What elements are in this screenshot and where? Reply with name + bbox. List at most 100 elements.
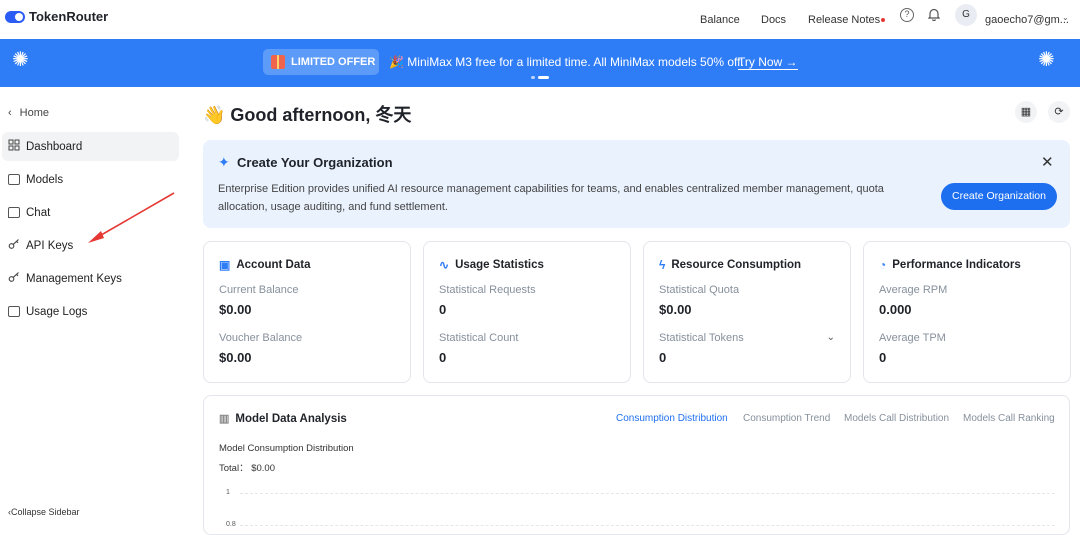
chat-icon xyxy=(8,207,20,218)
performance-indicators-card: ◔ Performance Indicators Average RPM 0.00… xyxy=(863,241,1071,383)
sidebar-item-label: Usage Logs xyxy=(26,305,88,318)
stat-value: 0.000 xyxy=(879,302,912,317)
card-header: ▣ Account Data xyxy=(219,258,310,272)
stat-label: Statistical Tokens xyxy=(659,332,744,344)
gift-icon xyxy=(271,55,285,69)
gauge-icon: ◔ xyxy=(879,258,887,272)
firework-icon: ✺ xyxy=(12,49,29,71)
sidebar: ‹ Home Dashboard Models Chat API Keys Ma… xyxy=(0,87,186,527)
limited-offer-label: LIMITED OFFER xyxy=(291,56,376,68)
sidebar-item-dashboard[interactable]: Dashboard xyxy=(2,132,179,161)
stat-value: 0 xyxy=(439,302,447,317)
user-email[interactable]: gaoecho7@gm... xyxy=(985,0,1069,39)
chart-subtitle: Model Consumption Distribution xyxy=(219,443,354,454)
card-title: Resource Consumption xyxy=(671,259,802,271)
stat-label: Voucher Balance xyxy=(219,332,303,344)
chart-total: Total： $0.00 xyxy=(219,463,275,474)
card-header: ϟ Resource Consumption xyxy=(659,258,801,272)
stat-value: 0 xyxy=(659,350,667,365)
home-label: Home xyxy=(19,107,50,119)
top-bar: TokenRouter Balance Docs Release Notes ?… xyxy=(0,0,1080,39)
bar-chart-icon: ▥ xyxy=(219,413,230,425)
refresh-icon: ⟳ xyxy=(1054,106,1064,118)
sparkle-icon: ✦ xyxy=(218,154,230,170)
account-data-card: ▣ Account Data Current Balance $0.00 Vouc… xyxy=(203,241,411,383)
nav-docs[interactable]: Docs xyxy=(761,0,786,39)
card-title: Account Data xyxy=(236,259,311,271)
chevron-down-icon[interactable]: ⌄ xyxy=(1062,13,1069,22)
card-title: Model Data Analysis xyxy=(235,412,347,425)
stat-label: Statistical Count xyxy=(439,332,519,344)
nav-balance[interactable]: Balance xyxy=(700,0,740,39)
card-header: ◔ Performance Indicators xyxy=(879,258,1021,272)
card-title: Performance Indicators xyxy=(892,259,1021,271)
calendar-button[interactable]: ▦ xyxy=(1015,101,1037,123)
banner-message: 🎉 MiniMax M3 free for a limited time. Al… xyxy=(389,55,744,69)
bell-icon[interactable] xyxy=(927,8,941,22)
limited-offer-badge: LIMITED OFFER xyxy=(263,49,379,75)
sidebar-item-label: Models xyxy=(26,173,64,186)
org-card-title: Create Your Organization xyxy=(237,155,393,170)
models-icon xyxy=(8,174,20,185)
sidebar-item-label: Management Keys xyxy=(26,272,122,285)
tab-consumption-distribution[interactable]: Consumption Distribution xyxy=(616,413,728,424)
key-icon xyxy=(8,271,20,286)
avatar[interactable]: G xyxy=(955,4,977,26)
pager-dot-active[interactable] xyxy=(538,76,549,79)
firework-icon: ✺ xyxy=(1038,49,1055,71)
stat-label: Average RPM xyxy=(879,284,948,296)
card-header: ▥ Model Data Analysis xyxy=(219,412,347,426)
close-icon[interactable]: ✕ xyxy=(1041,153,1054,171)
pager-dot[interactable] xyxy=(531,76,535,79)
sidebar-item-usage-logs[interactable]: Usage Logs xyxy=(2,297,179,326)
chevron-left-icon: ‹ xyxy=(8,107,12,119)
create-organization-card: ✦ Create Your Organization Enterprise Ed… xyxy=(203,140,1070,228)
stat-label: Statistical Quota xyxy=(659,284,740,296)
app-name: TokenRouter xyxy=(29,9,109,24)
chevron-down-icon[interactable]: ⌄ xyxy=(827,332,835,343)
stat-value: 0 xyxy=(439,350,447,365)
usage-statistics-card: ∿ Usage Statistics Statistical Requests 0… xyxy=(423,241,631,383)
promo-banner: ✺ LIMITED OFFER 🎉 MiniMax M3 free for a … xyxy=(0,39,1080,87)
grid-line xyxy=(240,493,1055,494)
sidebar-item-label: Chat xyxy=(26,206,51,219)
dashboard-icon xyxy=(8,139,20,154)
stat-value: $0.00 xyxy=(659,302,692,317)
logs-icon xyxy=(8,306,20,317)
y-tick-label: 1 xyxy=(226,489,230,496)
stat-label: Statistical Requests xyxy=(439,284,536,296)
banner-pager[interactable] xyxy=(531,76,549,79)
sidebar-item-management-keys[interactable]: Management Keys xyxy=(2,264,179,293)
tab-consumption-trend[interactable]: Consumption Trend xyxy=(743,413,830,424)
sidebar-item-label: Dashboard xyxy=(26,140,83,153)
logo-icon xyxy=(5,10,25,23)
card-header: ∿ Usage Statistics xyxy=(439,258,544,272)
lightning-icon: ϟ xyxy=(659,258,666,272)
sidebar-home[interactable]: ‹ Home xyxy=(8,107,49,119)
tab-models-call-distribution[interactable]: Models Call Distribution xyxy=(844,413,949,424)
stat-label: Average TPM xyxy=(879,332,946,344)
release-notes-label: Release Notes xyxy=(808,13,881,26)
model-data-analysis-card: ▥ Model Data Analysis Consumption Distrib… xyxy=(203,395,1070,535)
resource-consumption-card: ϟ Resource Consumption Statistical Quota … xyxy=(643,241,851,383)
help-circle-icon[interactable]: ? xyxy=(900,8,914,22)
activity-icon: ∿ xyxy=(439,258,450,272)
collapse-sidebar-button[interactable]: ‹Collapse Sidebar xyxy=(8,507,80,517)
sidebar-item-label: API Keys xyxy=(26,239,74,252)
refresh-button[interactable]: ⟳ xyxy=(1048,101,1070,123)
wallet-icon: ▣ xyxy=(219,258,231,272)
tab-models-call-ranking[interactable]: Models Call Ranking xyxy=(963,413,1055,424)
page-title: 👋 Good afternoon, 冬天 xyxy=(203,105,412,125)
stat-value: $0.00 xyxy=(219,302,252,317)
annotation-arrow xyxy=(88,192,175,243)
logo[interactable]: TokenRouter xyxy=(5,9,108,24)
try-now-link[interactable]: Try Now → xyxy=(738,55,798,70)
grid-line xyxy=(240,525,1055,526)
nav-release-notes[interactable]: Release Notes xyxy=(808,0,886,39)
key-icon xyxy=(8,238,20,253)
stat-value: $0.00 xyxy=(219,350,252,365)
notification-dot xyxy=(881,17,886,22)
org-card-description: Enterprise Edition provides unified AI r… xyxy=(218,183,884,213)
stat-value: 0 xyxy=(879,350,887,365)
create-organization-button[interactable]: Create Organization xyxy=(941,183,1057,210)
